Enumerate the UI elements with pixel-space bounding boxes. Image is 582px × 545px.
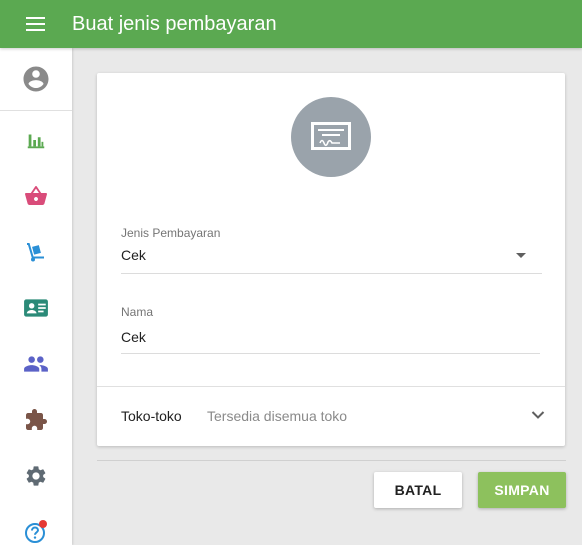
sidebar-item-customers[interactable] <box>0 341 72 387</box>
sidebar-item-reports[interactable] <box>0 117 72 163</box>
menu-icon-line <box>26 17 45 19</box>
sidebar <box>0 48 72 545</box>
sidebar-item-settings[interactable] <box>0 453 72 499</box>
dropdown-arrow-icon[interactable] <box>516 253 526 258</box>
people-icon <box>24 356 48 372</box>
account-circle-icon <box>23 66 49 92</box>
sidebar-item-profile[interactable] <box>0 56 72 102</box>
sidebar-item-employees[interactable] <box>0 285 72 331</box>
name-underline <box>121 353 540 354</box>
save-button[interactable]: SIMPAN <box>478 472 566 508</box>
payment-type-label: Jenis Pembayaran <box>121 226 221 240</box>
name-label: Nama <box>121 305 154 319</box>
stores-selector[interactable]: Toko-toko Tersedia disemua toko <box>97 387 565 446</box>
dolly-icon <box>27 243 44 262</box>
notification-badge <box>39 520 47 528</box>
stores-value: Tersedia disemua toko <box>207 408 348 424</box>
puzzle-icon <box>26 409 47 430</box>
id-card-icon <box>24 299 48 317</box>
chevron-down-icon[interactable] <box>531 410 545 420</box>
payment-type-card: Jenis Pembayaran Cek Nama Cek Toko-toko … <box>97 73 565 446</box>
stores-label: Toko-toko <box>121 408 182 424</box>
sidebar-profile[interactable] <box>0 48 72 111</box>
sidebar-item-inventory[interactable] <box>0 229 72 275</box>
cancel-button[interactable]: BATAL <box>374 472 462 508</box>
gear-icon <box>26 466 46 486</box>
check-payment-icon <box>311 122 351 150</box>
basket-icon <box>25 185 47 205</box>
actions-divider <box>97 460 566 461</box>
name-input[interactable]: Cek <box>121 329 146 345</box>
sidebar-item-integrations[interactable] <box>0 397 72 443</box>
sidebar-item-help[interactable] <box>0 509 72 545</box>
sidebar-item-sales[interactable] <box>0 173 72 219</box>
payment-type-select[interactable]: Cek <box>121 247 146 263</box>
bar-chart-icon <box>27 134 45 149</box>
app-header: Buat jenis pembayaran <box>0 0 582 48</box>
menu-icon-line <box>26 29 45 31</box>
menu-button[interactable] <box>16 12 56 36</box>
help-icon <box>25 520 47 543</box>
payment-icon-avatar <box>291 97 371 177</box>
page-title: Buat jenis pembayaran <box>72 13 277 35</box>
payment-type-underline <box>121 273 542 274</box>
menu-icon-line <box>26 23 45 25</box>
